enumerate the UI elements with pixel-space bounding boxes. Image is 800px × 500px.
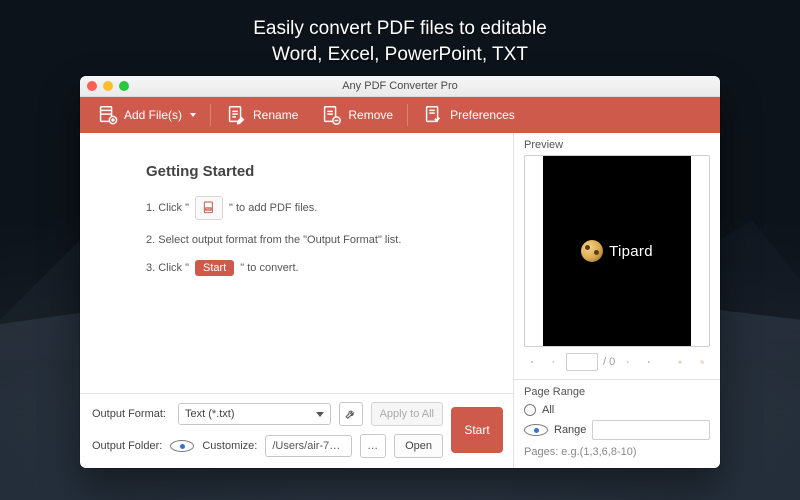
skip-first-icon <box>530 356 534 368</box>
traffic-lights <box>87 81 129 91</box>
range-range-radio[interactable] <box>524 424 548 436</box>
next-icon <box>626 356 630 368</box>
customize-label: Customize: <box>202 440 257 452</box>
prev-icon <box>551 356 555 368</box>
step-3: 3. Click " Start " to convert. <box>146 260 485 276</box>
bottom-controls: Output Format: Text (*.txt) Apply to All <box>80 393 513 468</box>
range-hint: Pages: e.g.(1,3,6,8-10) <box>524 446 710 458</box>
start-button-label: Start <box>464 423 489 437</box>
format-settings-button[interactable] <box>339 402 363 426</box>
apply-to-all-label: Apply to All <box>380 408 434 420</box>
start-button[interactable]: Start <box>451 407 503 453</box>
open-folder-button[interactable]: Open <box>394 434 443 458</box>
first-page-button[interactable] <box>524 354 540 370</box>
preview-box: Tipard <box>524 155 710 347</box>
output-path-value: /Users/air-711/Documents <box>272 440 345 452</box>
add-pdf-chip[interactable]: PDF <box>195 196 223 220</box>
range-all-label: All <box>542 404 554 416</box>
open-folder-label: Open <box>405 440 432 452</box>
preview-brand: Tipard <box>609 243 653 260</box>
rename-button[interactable]: Rename <box>215 100 308 130</box>
output-format-value: Text (*.txt) <box>185 408 235 420</box>
headline-line-2: Word, Excel, PowerPoint, TXT <box>0 42 800 68</box>
popout-preview-button[interactable] <box>694 354 710 370</box>
popout-icon <box>700 356 704 368</box>
last-page-button[interactable] <box>641 354 657 370</box>
tipard-logo-icon <box>581 240 603 262</box>
rename-icon <box>225 104 247 126</box>
headline-line-1: Easily convert PDF files to editable <box>0 16 800 42</box>
range-all-radio[interactable] <box>524 404 536 416</box>
preferences-label: Preferences <box>450 108 515 122</box>
add-files-button[interactable]: Add File(s) <box>86 100 206 130</box>
output-format-label: Output Format: <box>92 408 170 420</box>
page-number-input[interactable] <box>566 353 598 371</box>
step-3-text-b: " to convert. <box>240 262 298 274</box>
add-file-icon <box>96 104 118 126</box>
output-folder-row: Output Folder: Customize: /Users/air-711… <box>92 434 443 458</box>
preview-heading: Preview <box>524 139 710 151</box>
range-option-range[interactable]: Range <box>524 420 710 440</box>
prev-page-button[interactable] <box>545 354 561 370</box>
main-column: Getting Started 1. Click " PDF " to add … <box>80 133 513 468</box>
ellipsis-icon: … <box>367 440 379 452</box>
step-1-text-a: 1. Click " <box>146 202 189 214</box>
output-format-select[interactable]: Text (*.txt) <box>178 403 331 425</box>
step-2: 2. Select output format from the "Output… <box>146 234 485 246</box>
page-range-heading: Page Range <box>524 386 710 398</box>
customize-radio[interactable] <box>170 440 194 452</box>
range-range-label: Range <box>554 424 586 436</box>
close-window-button[interactable] <box>87 81 97 91</box>
step-1: 1. Click " PDF " to add PDF files. <box>146 196 485 220</box>
chevron-down-icon <box>316 412 324 417</box>
step-3-text-a: 3. Click " <box>146 262 189 274</box>
chevron-down-icon <box>190 113 196 117</box>
camera-icon <box>678 356 682 368</box>
range-option-all[interactable]: All <box>524 404 710 416</box>
side-panel: Preview Tipard / 0 <box>513 133 720 468</box>
app-window: Any PDF Converter Pro Add File(s) <box>80 76 720 468</box>
side-divider <box>514 379 720 380</box>
snapshot-button[interactable] <box>672 354 688 370</box>
svg-text:PDF: PDF <box>206 207 212 211</box>
getting-started-panel: Getting Started 1. Click " PDF " to add … <box>80 133 513 393</box>
skip-last-icon <box>647 356 651 368</box>
browse-folder-button[interactable]: … <box>360 434 386 458</box>
main-toolbar: Add File(s) Rename <box>80 97 720 133</box>
output-folder-label: Output Folder: <box>92 440 162 452</box>
start-chip: Start <box>195 260 234 276</box>
preferences-button[interactable]: Preferences <box>412 100 525 130</box>
range-input[interactable] <box>592 420 710 440</box>
next-page-button[interactable] <box>620 354 636 370</box>
wrench-icon <box>344 408 357 421</box>
preferences-icon <box>422 104 444 126</box>
toolbar-separator <box>407 104 408 126</box>
apply-to-all-button[interactable]: Apply to All <box>371 402 443 426</box>
window-title: Any PDF Converter Pro <box>342 80 458 92</box>
add-files-label: Add File(s) <box>124 108 182 122</box>
rename-label: Rename <box>253 108 298 122</box>
remove-icon <box>320 104 342 126</box>
remove-button[interactable]: Remove <box>310 100 403 130</box>
page-total: / 0 <box>603 356 615 368</box>
zoom-window-button[interactable] <box>119 81 129 91</box>
pdf-file-icon: PDF <box>201 200 217 216</box>
remove-label: Remove <box>348 108 393 122</box>
getting-started-heading: Getting Started <box>146 163 485 180</box>
preview-pager: / 0 <box>524 353 710 371</box>
step-1-text-b: " to add PDF files. <box>229 202 317 214</box>
output-path-field[interactable]: /Users/air-711/Documents <box>265 435 352 457</box>
marketing-headline: Easily convert PDF files to editable Wor… <box>0 16 800 67</box>
desktop-wallpaper: Easily convert PDF files to editable Wor… <box>0 0 800 500</box>
window-titlebar: Any PDF Converter Pro <box>80 76 720 97</box>
window-body: Getting Started 1. Click " PDF " to add … <box>80 133 720 468</box>
step-2-text: 2. Select output format from the "Output… <box>146 234 401 246</box>
preview-thumbnail: Tipard <box>543 156 691 346</box>
minimize-window-button[interactable] <box>103 81 113 91</box>
toolbar-separator <box>210 104 211 126</box>
